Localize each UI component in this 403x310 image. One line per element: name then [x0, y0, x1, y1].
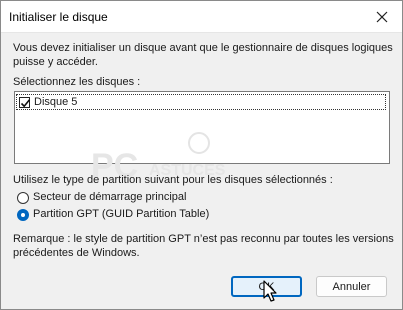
radio-mbr[interactable] [17, 192, 29, 204]
radio-gpt-label[interactable]: Partition GPT (GUID Partition Table) [33, 208, 209, 221]
disk-5-checkbox[interactable] [19, 97, 31, 108]
checkmark-icon [20, 99, 31, 108]
ok-button[interactable]: OK [231, 276, 302, 297]
cancel-button[interactable]: Annuler [316, 276, 387, 297]
initialize-disk-dialog: Initialiser le disque Vous devez initial… [0, 0, 403, 310]
disk-5-label: Disque 5 [34, 96, 78, 108]
partition-type-label: Utilisez le type de partition suivant po… [13, 174, 333, 186]
close-icon [376, 11, 388, 23]
intro-text-line1: Vous devez initialiser un disque avant q… [13, 42, 393, 54]
note-text-line1: Remarque : le style de partition GPT n’e… [13, 233, 394, 245]
radio-mbr-label[interactable]: Secteur de démarrage principal [33, 191, 186, 204]
radio-gpt[interactable] [17, 209, 29, 221]
window-title: Initialiser le disque [9, 10, 108, 24]
title-bar: Initialiser le disque [1, 1, 402, 33]
note-text-line2: précédentes de Windows. [13, 247, 140, 259]
close-button[interactable] [368, 5, 396, 29]
disk-list[interactable]: Disque 5 [14, 91, 390, 164]
list-item-disk-5[interactable]: Disque 5 [16, 94, 386, 110]
select-disks-label: Sélectionnez les disques : [13, 76, 141, 88]
intro-text-line2: puisse y accéder. [13, 56, 98, 68]
